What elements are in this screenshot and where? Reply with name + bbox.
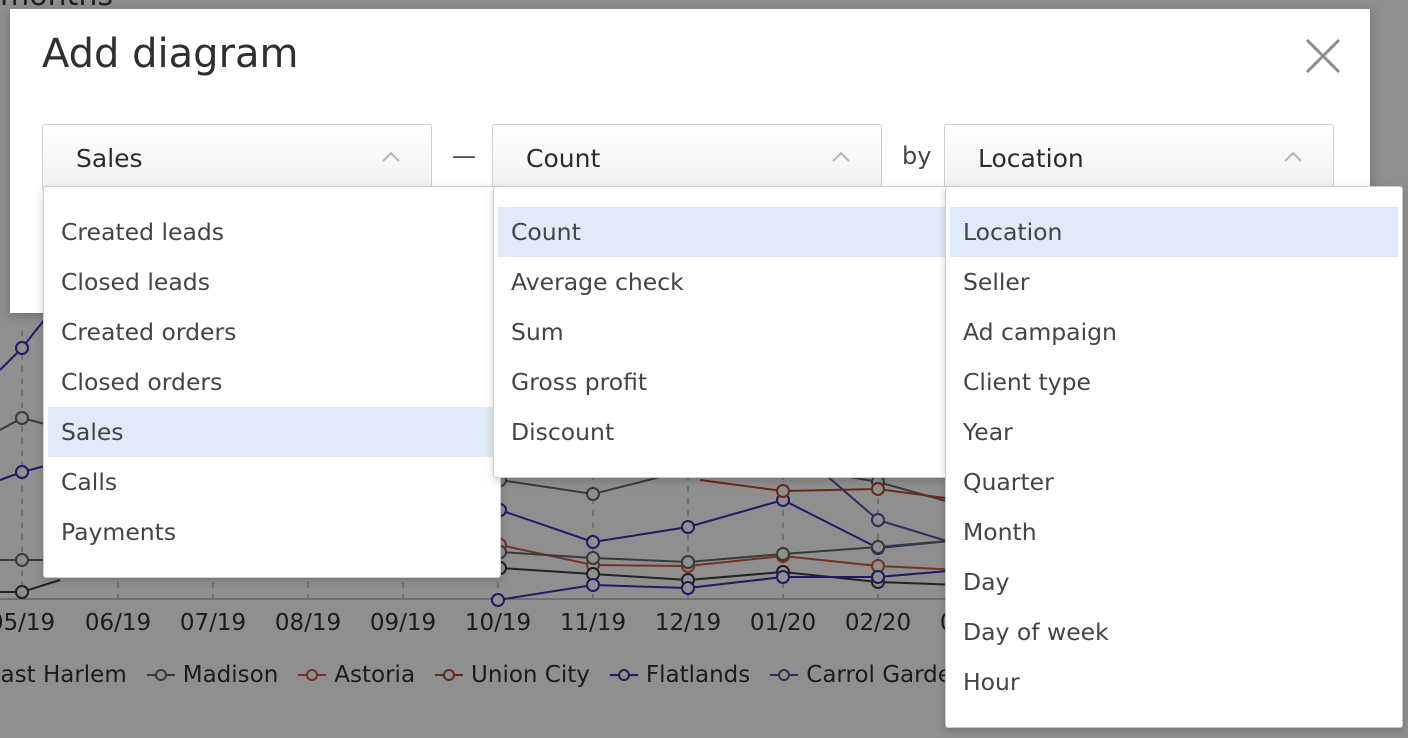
dropdown-option-discount[interactable]: Discount	[498, 407, 946, 457]
dropdown-option-quarter[interactable]: Quarter	[950, 457, 1398, 507]
dropdown-option-seller[interactable]: Seller	[950, 257, 1398, 307]
close-icon	[1305, 38, 1341, 74]
dropdown-option-ad-campaign[interactable]: Ad campaign	[950, 307, 1398, 357]
dropdown-option-client-type[interactable]: Client type	[950, 357, 1398, 407]
dropdown-option-day[interactable]: Day	[950, 557, 1398, 607]
dropdown-option-average-check[interactable]: Average check	[498, 257, 946, 307]
metric-dropdown: Created leads Closed leads Created orders C…	[43, 186, 501, 578]
measure-select[interactable]: Count	[492, 124, 882, 191]
group-by-select[interactable]: Location	[944, 124, 1334, 191]
dropdown-option-created-orders[interactable]: Created orders	[48, 307, 496, 357]
dropdown-option-count[interactable]: Count	[498, 207, 946, 257]
dropdown-option-sum[interactable]: Sum	[498, 307, 946, 357]
group-by-select-value: Location	[978, 144, 1084, 173]
metric-select[interactable]: Sales	[42, 124, 432, 191]
dropdown-option-sales[interactable]: Sales	[48, 407, 496, 457]
measure-dropdown: Count Average check Sum Gross profit Discoun…	[493, 186, 951, 478]
dropdown-option-year[interactable]: Year	[950, 407, 1398, 457]
dropdown-option-month[interactable]: Month	[950, 507, 1398, 557]
dropdown-option-hour[interactable]: Hour	[950, 657, 1398, 707]
dropdown-option-created-leads[interactable]: Created leads	[48, 207, 496, 257]
measure-select-value: Count	[526, 144, 601, 173]
metric-select-value: Sales	[76, 144, 143, 173]
dropdown-option-closed-orders[interactable]: Closed orders	[48, 357, 496, 407]
dropdown-option-payments[interactable]: Payments	[48, 507, 496, 557]
dropdown-option-day-of-week[interactable]: Day of week	[950, 607, 1398, 657]
dropdown-option-location[interactable]: Location	[950, 207, 1398, 257]
chevron-up-icon	[1284, 151, 1302, 162]
separator-by: by	[902, 142, 932, 170]
dropdown-option-closed-leads[interactable]: Closed leads	[48, 257, 496, 307]
separator-dash: —	[452, 142, 476, 170]
chevron-up-icon	[382, 151, 400, 162]
modal-title: Add diagram	[42, 31, 299, 77]
group-by-dropdown: Location Seller Ad campaign Client type Year…	[945, 186, 1403, 728]
dropdown-option-calls[interactable]: Calls	[48, 457, 496, 507]
dropdown-option-gross-profit[interactable]: Gross profit	[498, 357, 946, 407]
close-button[interactable]	[1302, 35, 1344, 77]
chevron-up-icon	[832, 151, 850, 162]
